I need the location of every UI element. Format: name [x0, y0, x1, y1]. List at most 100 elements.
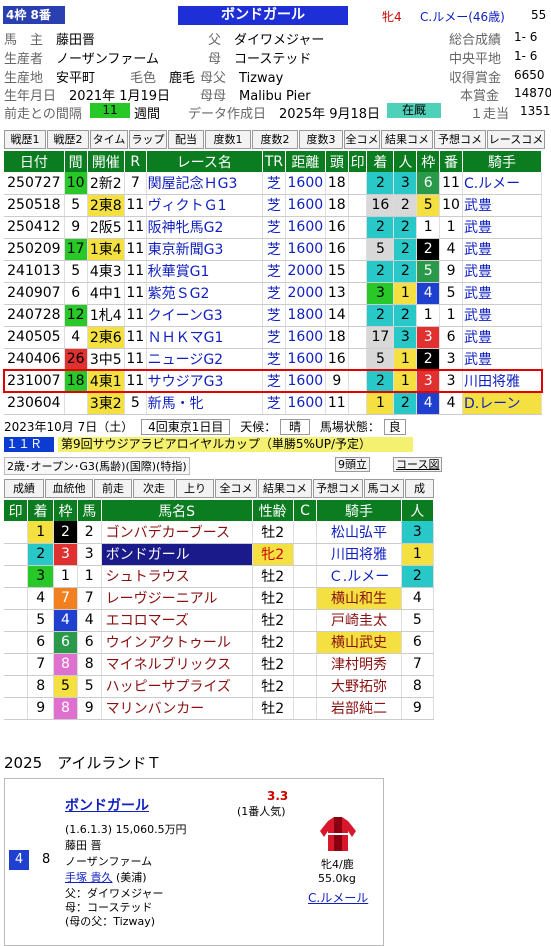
- race-jockey-cell[interactable]: 武豊: [462, 326, 543, 349]
- result-jockey-cell[interactable]: 横山武史: [316, 631, 402, 654]
- result-name-cell[interactable]: マリンバンカー: [101, 697, 253, 720]
- heads-button[interactable]: 9頭立: [335, 457, 370, 472]
- col-gap[interactable]: 間: [64, 151, 88, 172]
- race-name-cell[interactable]: 紫苑ＳG2: [146, 282, 263, 305]
- result-name-cell[interactable]: シュトラウス: [101, 565, 253, 588]
- race-row[interactable]: 250209 17 1東4 11 東京新聞G3 芝 1600 16 5 2 2 4 武豊: [4, 238, 543, 261]
- result-name-cell[interactable]: マイネルブリックス: [101, 653, 253, 676]
- result-name-cell[interactable]: ゴンバデカーブース: [101, 521, 253, 544]
- race-row[interactable]: 240505 4 2東6 11 ＮＨＫマG1 芝 1600 18 17 3 3 6 武豊: [4, 326, 543, 349]
- result-row[interactable]: 3 1 1 シュトラウス 牡2 Ｃ.ルメー 2: [4, 565, 435, 588]
- race-jockey-cell[interactable]: 武豊: [462, 304, 543, 327]
- col-tr[interactable]: TR: [262, 151, 286, 172]
- race-row[interactable]: 240907 6 4中1 11 紫苑ＳG2 芝 2000 13 3 1 4 5 武豊: [4, 282, 543, 305]
- tab-result-comments-2[interactable]: 結果コメ: [258, 479, 312, 498]
- race-row[interactable]: 250727 10 2新2 7 関屋記念ＨG3 芝 1600 18 2 3 6 11 C.ルメー: [4, 172, 543, 195]
- tab-forecast-comments-2[interactable]: 予想コメ: [313, 479, 363, 498]
- tab-all-comments[interactable]: 全コメ: [344, 130, 380, 149]
- tab-results[interactable]: 成績: [4, 479, 44, 498]
- tab-pedigree[interactable]: 血統他: [45, 479, 93, 498]
- col-heads[interactable]: 頭: [325, 151, 349, 172]
- result-jockey-cell[interactable]: 大野拓弥: [316, 675, 402, 698]
- result-name-cell[interactable]: エコロマーズ: [101, 609, 253, 632]
- result-row[interactable]: 9 8 9 マリンバンカー 牡2 岩部純二 9: [4, 697, 435, 720]
- result-row[interactable]: 2 3 3 ボンドガール 牝2 川田将雅 1: [4, 543, 435, 566]
- tab-next-race[interactable]: 次走: [133, 479, 175, 498]
- tab-freq2[interactable]: 度数2: [252, 130, 298, 149]
- race-name-cell[interactable]: ヴィクトＧ1: [146, 194, 263, 217]
- col-distance[interactable]: 距離: [285, 151, 326, 172]
- tab-more[interactable]: 成: [405, 479, 434, 498]
- race-row[interactable]: 231007 18 4東1 11 サウジアG3 芝 1600 9 2 1 3 3 川田将雅: [3, 369, 543, 393]
- card-jockey[interactable]: C.ルメール: [308, 889, 368, 906]
- col-finish[interactable]: 着: [366, 151, 395, 172]
- tab-payout[interactable]: 配当: [168, 130, 204, 149]
- tab-lap[interactable]: ラップ: [129, 130, 167, 149]
- race-name-cell[interactable]: ＮＨＫマG1: [146, 326, 263, 349]
- col-jockey[interactable]: 騎手: [462, 151, 543, 172]
- race-row[interactable]: 240728 12 1札4 11 クイーンG3 芝 1800 14 2 2 1 1 武豊: [4, 304, 543, 327]
- race-row[interactable]: 250518 5 2東8 11 ヴィクトＧ1 芝 1600 18 16 2 5 10 武豊: [4, 194, 543, 217]
- race-name-cell[interactable]: 秋華賞G1: [146, 260, 263, 283]
- col-r[interactable]: R: [124, 151, 147, 172]
- col-popularity[interactable]: 人: [393, 151, 418, 172]
- result-row[interactable]: 1 2 2 ゴンバデカーブース 牡2 松山弘平 3: [4, 521, 435, 544]
- tab-last3f[interactable]: 上り: [176, 479, 214, 498]
- tab-all-comments-2[interactable]: 全コメ: [215, 479, 257, 498]
- race-jockey-cell[interactable]: 武豊: [462, 216, 543, 239]
- result-row[interactable]: 5 4 4 エコロマーズ 牡2 戸崎圭太 5: [4, 609, 435, 632]
- tab-prev-race[interactable]: 前走: [94, 479, 132, 498]
- result-jockey-cell[interactable]: 戸崎圭太: [316, 609, 402, 632]
- race-jockey-cell[interactable]: D.レーン: [462, 392, 543, 415]
- tab-race-comments[interactable]: レースコメ: [487, 130, 545, 149]
- race-row[interactable]: 250412 9 2阪5 11 阪神牝馬G2 芝 1600 16 2 2 1 1 武豊: [4, 216, 543, 239]
- course-map-button[interactable]: コース図: [393, 457, 443, 472]
- card-horse-name[interactable]: ボンドガール: [65, 795, 149, 815]
- tab-forecast-comments[interactable]: 予想コメ: [434, 130, 486, 149]
- tab-history2[interactable]: 戦歴2: [47, 130, 89, 149]
- tab-freq3[interactable]: 度数3: [299, 130, 343, 149]
- race-jockey-cell[interactable]: C.ルメー: [462, 172, 543, 195]
- race-jockey-cell[interactable]: 武豊: [462, 282, 543, 305]
- race-row[interactable]: 240406 26 3中5 11 ニュージG2 芝 1600 16 5 1 2 3 武豊: [4, 348, 543, 371]
- race-name-cell[interactable]: 関屋記念ＨG3: [146, 172, 263, 195]
- col-venue[interactable]: 開催: [87, 151, 125, 172]
- race-name-cell[interactable]: 東京新聞G3: [146, 238, 263, 261]
- race-row[interactable]: 241013 5 4東3 11 秋華賞G1 芝 2000 15 2 2 5 9 武豊: [4, 260, 543, 283]
- result-name-cell[interactable]: ハッピーサプライズ: [101, 675, 253, 698]
- result-row[interactable]: 7 8 8 マイネルブリックス 牡2 津村明秀 7: [4, 653, 435, 676]
- result-name-cell[interactable]: レーヴジーニアル: [101, 587, 253, 610]
- race-name-cell[interactable]: クイーンG3: [146, 304, 263, 327]
- result-name-cell[interactable]: ボンドガール: [101, 543, 253, 566]
- col-date[interactable]: 日付: [4, 151, 65, 172]
- result-jockey-cell[interactable]: 岩部純二: [316, 697, 402, 720]
- race-name-cell[interactable]: サウジアG3: [146, 370, 263, 393]
- result-jockey-cell[interactable]: 津村明秀: [316, 653, 402, 676]
- result-row[interactable]: 6 6 6 ウインアクトゥール 牡2 横山武史 6: [4, 631, 435, 654]
- col-race-name[interactable]: レース名: [146, 151, 263, 172]
- tab-horse-comments[interactable]: 馬コメ: [364, 479, 404, 498]
- result-jockey-cell[interactable]: 川田将雅: [316, 543, 402, 566]
- tab-result-comments[interactable]: 結果コメ: [381, 130, 433, 149]
- result-name-cell[interactable]: ウインアクトゥール: [101, 631, 253, 654]
- race-name-cell[interactable]: 阪神牝馬G2: [146, 216, 263, 239]
- tab-time[interactable]: タイム: [90, 130, 128, 149]
- tab-freq1[interactable]: 度数1: [205, 130, 251, 149]
- race-jockey-cell[interactable]: 武豊: [462, 348, 543, 371]
- col-frame[interactable]: 枠: [416, 151, 441, 172]
- result-row[interactable]: 4 7 7 レーヴジーニアル 牡2 横山和生 4: [4, 587, 435, 610]
- race-jockey-cell[interactable]: 川田将雅: [462, 370, 543, 393]
- race-row[interactable]: 230604 3東2 5 新馬・牝芝 1600 11 1 2 4 4 D.レーン: [4, 392, 543, 415]
- race-name-cell[interactable]: 新馬・牝: [146, 392, 263, 415]
- card-trainer[interactable]: 手塚 貴久: [65, 871, 113, 884]
- jockey-name[interactable]: C.ルメー(46歳): [420, 8, 505, 25]
- race-jockey-cell[interactable]: 武豊: [462, 238, 543, 261]
- result-jockey-cell[interactable]: Ｃ.ルメー: [316, 565, 402, 588]
- col-mark[interactable]: 印: [348, 151, 368, 172]
- result-jockey-cell[interactable]: 松山弘平: [316, 521, 402, 544]
- tab-history1[interactable]: 戦歴1: [4, 130, 46, 149]
- col-number[interactable]: 番: [439, 151, 463, 172]
- result-jockey-cell[interactable]: 横山和生: [316, 587, 402, 610]
- race-jockey-cell[interactable]: 武豊: [462, 194, 543, 217]
- result-row[interactable]: 8 5 5 ハッピーサプライズ 牡2 大野拓弥 8: [4, 675, 435, 698]
